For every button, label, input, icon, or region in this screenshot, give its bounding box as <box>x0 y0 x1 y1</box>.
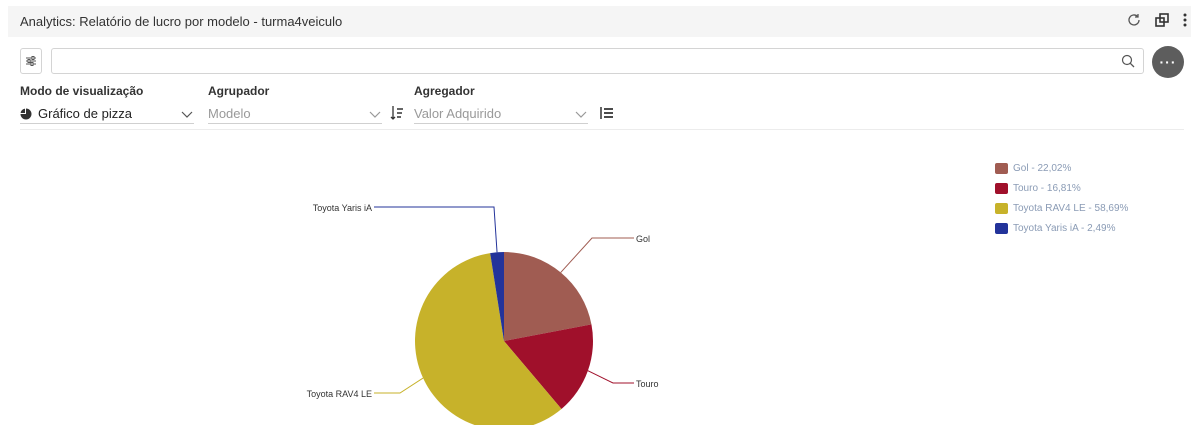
window-titlebar: Analytics: Relatório de lucro por modelo… <box>8 6 1191 37</box>
visualization-mode-label: Modo de visualização <box>20 84 144 98</box>
leader-line <box>587 370 634 384</box>
slice-label: Toyota Yaris iA <box>313 203 372 213</box>
visualization-mode-control: Modo de visualização Gráfico de pizza <box>20 84 194 124</box>
leader-line <box>374 206 498 253</box>
grouper-select[interactable]: Modelo <box>208 104 382 124</box>
grouper-label: Agrupador <box>208 84 270 98</box>
filter-settings-button[interactable] <box>20 48 42 74</box>
aggregator-select[interactable]: Valor Adquirido <box>414 104 588 124</box>
search-box <box>51 48 1144 74</box>
leader-line <box>560 237 634 273</box>
refresh-icon[interactable] <box>1126 12 1142 28</box>
kebab-menu-icon[interactable] <box>1182 12 1188 28</box>
restore-window-icon[interactable] <box>1154 12 1170 28</box>
filter-bar <box>20 48 1144 74</box>
window-title: Analytics: Relatório de lucro por modelo… <box>20 14 343 29</box>
slice-label: Gol <box>636 234 650 244</box>
pie-chart: Gol Touro Toyota RAV4 LE Toyota Yaris iA <box>307 203 659 425</box>
grouper-control: Agrupador Modelo <box>208 84 382 124</box>
chevron-down-icon <box>575 111 587 118</box>
slice-label: Toyota RAV4 LE <box>307 389 372 399</box>
slice-label: Touro <box>636 379 659 389</box>
sort-order-icon[interactable] <box>390 105 404 121</box>
search-input[interactable] <box>52 49 1143 73</box>
visualization-mode-value: Gráfico de pizza <box>38 106 132 121</box>
aggregation-list-icon[interactable] <box>598 105 614 121</box>
chevron-down-icon <box>181 111 193 118</box>
search-icon[interactable] <box>1121 54 1135 68</box>
aggregator-label: Agregador <box>414 84 475 98</box>
grouper-value: Modelo <box>208 106 251 121</box>
leader-line <box>374 377 424 394</box>
pie-chart-icon <box>20 108 32 119</box>
aggregator-value: Valor Adquirido <box>414 106 502 121</box>
sliders-icon <box>26 56 36 66</box>
aggregator-control: Agregador Valor Adquirido <box>414 84 588 124</box>
more-options-button[interactable]: ··· <box>1152 46 1184 78</box>
chevron-down-icon <box>369 111 381 118</box>
visualization-mode-select[interactable]: Gráfico de pizza <box>20 104 194 124</box>
